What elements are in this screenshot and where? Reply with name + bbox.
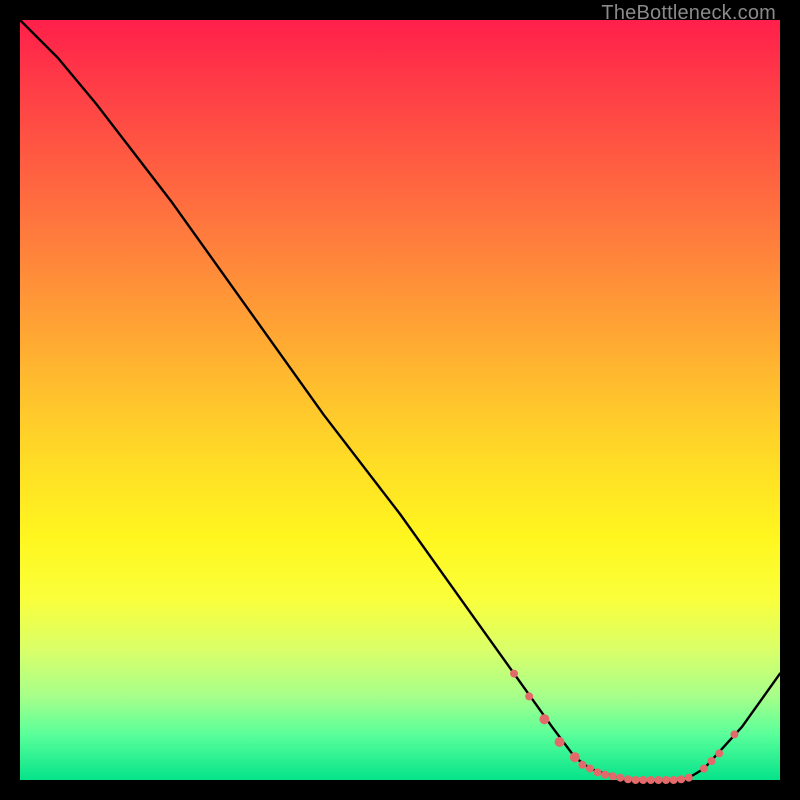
curve-dot bbox=[662, 776, 670, 784]
curve-dot bbox=[525, 692, 533, 700]
curve-dot bbox=[730, 730, 738, 738]
curve-dot bbox=[578, 761, 586, 769]
chart-svg bbox=[20, 20, 780, 780]
curve-dot bbox=[570, 752, 580, 762]
curve-dot bbox=[616, 774, 624, 782]
curve-line bbox=[20, 20, 780, 780]
curve-dots bbox=[510, 670, 738, 784]
curve-dot bbox=[639, 776, 647, 784]
curve-dot bbox=[685, 774, 693, 782]
chart-stage: TheBottleneck.com bbox=[0, 0, 800, 800]
curve-dot bbox=[539, 714, 549, 724]
curve-dot bbox=[654, 776, 662, 784]
plot-area bbox=[20, 20, 780, 780]
curve-dot bbox=[624, 775, 632, 783]
curve-dot bbox=[647, 776, 655, 784]
curve-dot bbox=[715, 749, 723, 757]
curve-dot bbox=[700, 765, 708, 773]
curve-dot bbox=[609, 772, 617, 780]
curve-dot bbox=[510, 670, 518, 678]
curve-dot bbox=[601, 771, 609, 779]
curve-dot bbox=[586, 765, 594, 773]
curve-dot bbox=[677, 775, 685, 783]
curve-dot bbox=[555, 737, 565, 747]
curve-dot bbox=[670, 776, 678, 784]
curve-dot bbox=[632, 776, 640, 784]
curve-dot bbox=[708, 757, 716, 765]
curve-dot bbox=[594, 768, 602, 776]
